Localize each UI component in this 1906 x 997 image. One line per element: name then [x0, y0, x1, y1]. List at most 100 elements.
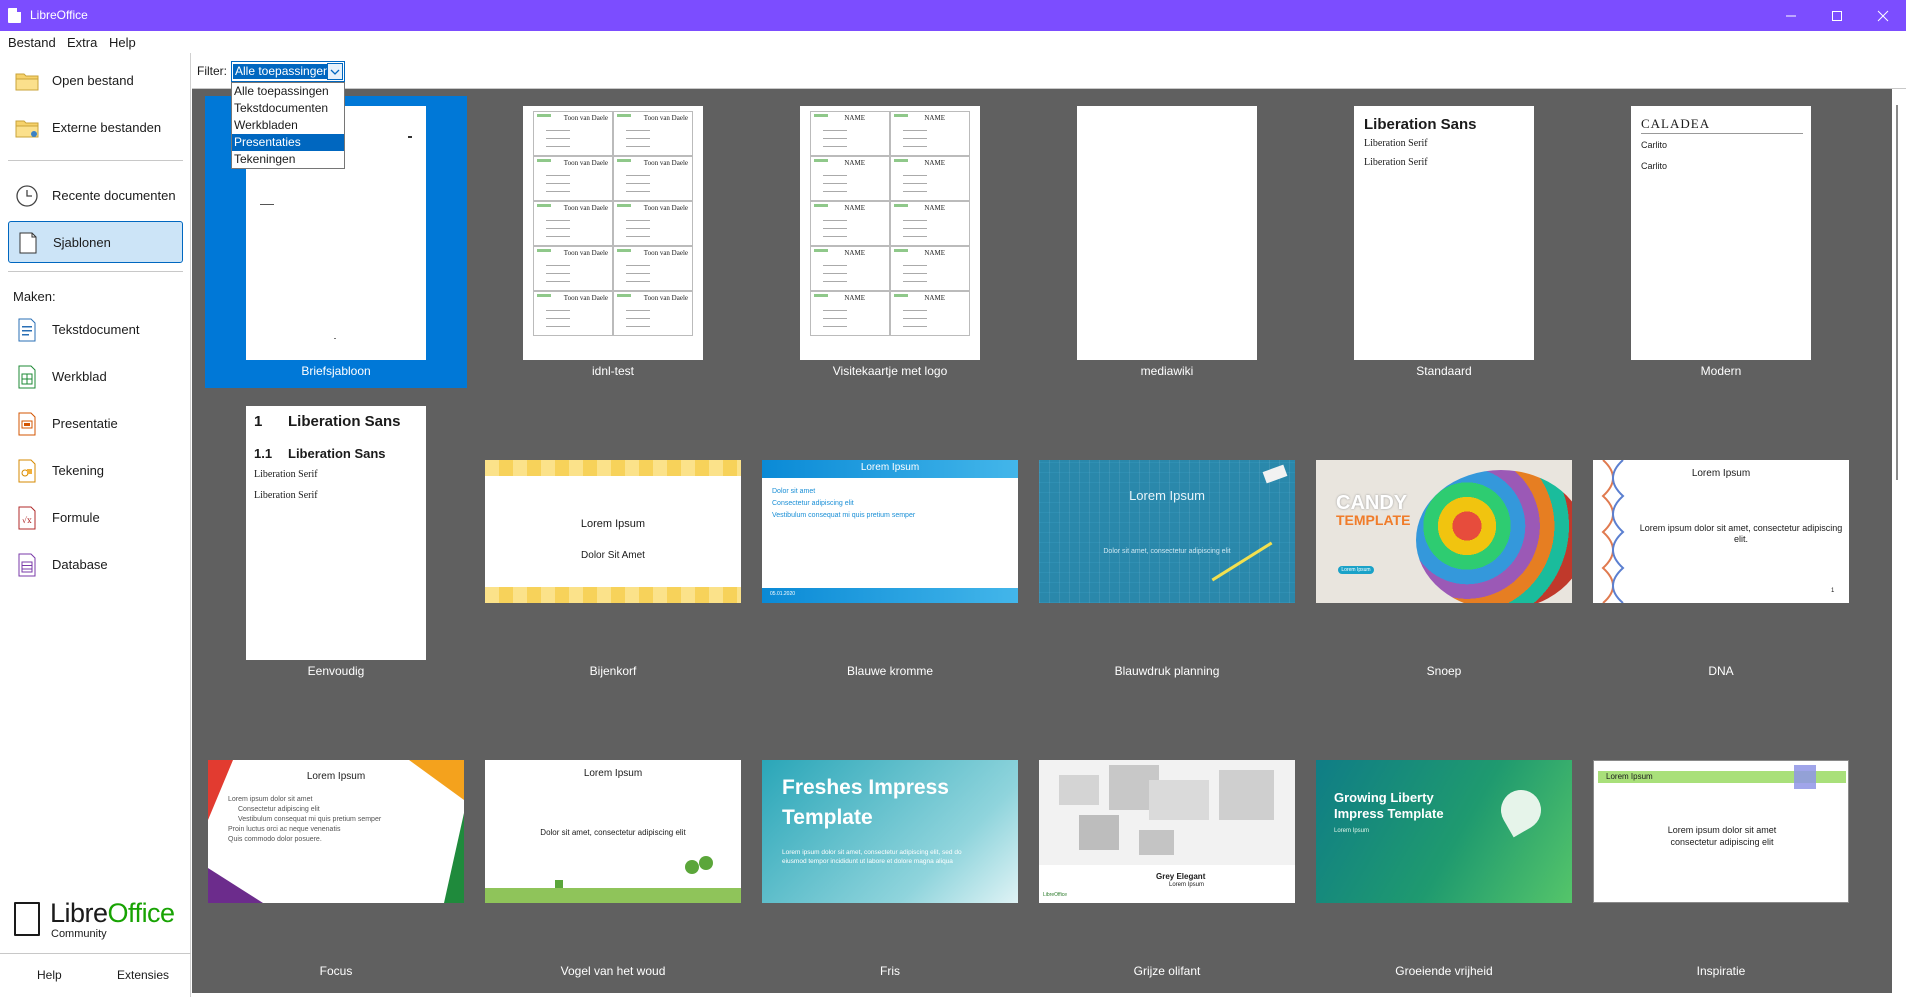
chevron-down-icon[interactable] [327, 63, 343, 80]
template-thumbnail: NAME NAME NAME NAME NAME NAME NAME NAME … [800, 106, 980, 360]
template-name: Blauwdruk planning [1114, 664, 1220, 678]
template-grid: Briefsjabloon Toon van Daele Toon van Da… [192, 89, 1892, 993]
template-name: Groeiende vrijheid [1395, 964, 1493, 978]
template-name: Standaard [1416, 364, 1472, 378]
template-tile[interactable]: Lorem Ipsum Dolor Sit Amet Bijenkorf [482, 396, 744, 688]
draw-icon [18, 459, 36, 483]
template-name: Vogel van het woud [560, 964, 666, 978]
filter-option[interactable]: Tekeningen [232, 151, 344, 168]
template-name: Visitekaartje met logo [832, 364, 948, 378]
template-tile[interactable]: Lorem Ipsum Lorem ipsum dolor sit amet c… [1590, 696, 1852, 988]
template-thumbnail: Lorem Ipsum Lorem ipsum dolor sit amet, … [1593, 460, 1849, 603]
remote-folder-icon [15, 120, 39, 138]
filter-option[interactable]: Alle toepassingen [232, 83, 344, 100]
folder-icon [15, 73, 39, 91]
template-name: Grijze olifant [1133, 964, 1201, 978]
maximize-icon [1832, 11, 1842, 21]
template-tile[interactable]: NAME NAME NAME NAME NAME NAME NAME NAME … [759, 96, 1021, 388]
template-thumbnail: Lorem Ipsum Dolor sit amet, consectetur … [485, 760, 741, 903]
template-tile[interactable]: Lorem Ipsum Dolor sit amet, consectetur … [1036, 396, 1298, 688]
filter-option-highlighted[interactable]: Presentaties [232, 134, 344, 151]
template-icon [19, 232, 37, 254]
template-tile[interactable]: Lorem Ipsum Dolor sit amet, consectetur … [482, 696, 744, 988]
close-button[interactable] [1860, 0, 1906, 31]
filter-option[interactable]: Tekstdocumenten [232, 100, 344, 117]
create-heading: Maken: [13, 289, 56, 304]
template-name: Fris [880, 964, 900, 978]
libreoffice-app-icon [8, 8, 21, 23]
template-name: Focus [319, 964, 353, 978]
menu-bar: Bestand Extra Help [0, 31, 1906, 53]
template-tile[interactable]: Lorem Ipsum Dolor sit amet Consectetur a… [759, 396, 1021, 688]
vertical-scrollbar[interactable] [1892, 89, 1906, 993]
menu-help[interactable]: Help [109, 35, 136, 50]
minimize-icon [1786, 15, 1796, 17]
create-draw-button[interactable]: Tekening [8, 450, 183, 492]
scrollbar-thumb[interactable] [1896, 105, 1898, 480]
filter-dropdown[interactable]: Alle toepassingen [231, 61, 345, 82]
maximize-button[interactable] [1814, 0, 1860, 31]
template-thumbnail: Freshes Impress Template Lorem ipsum dol… [762, 760, 1018, 903]
create-math-button[interactable]: √x Formule [8, 497, 183, 539]
template-thumbnail: Lorem Ipsum Dolor sit amet Consectetur a… [762, 460, 1018, 603]
svg-text:√x: √x [22, 516, 32, 525]
sidebar-separator [8, 160, 183, 161]
impress-icon [18, 412, 36, 436]
template-thumbnail: 1 Liberation Sans 1.1 Liberation Sans Li… [246, 406, 426, 660]
template-name: Snoep [1426, 664, 1462, 678]
writer-icon [18, 318, 36, 342]
extensions-button[interactable]: Extensies [117, 968, 169, 982]
clock-icon [16, 185, 38, 207]
template-tile[interactable]: CALADEA Carlito Carlito Modern [1590, 96, 1852, 388]
template-thumbnail: Lorem Ipsum Lorem ipsum dolor sit amet C… [208, 760, 464, 903]
template-tile[interactable]: Toon van Daele Toon van Daele Toon van D… [482, 96, 744, 388]
template-name: idnl-test [591, 364, 635, 378]
libreoffice-logo: LibreOffice Community [12, 898, 187, 940]
template-tile[interactable]: Lorem Ipsum Lorem ipsum dolor sit amet, … [1590, 396, 1852, 688]
recent-documents-button[interactable]: Recente documenten [8, 175, 183, 217]
template-thumbnail: Grey Elegant Lorem Ipsum LibreOffice [1039, 760, 1295, 903]
filter-option[interactable]: Werkbladen [232, 117, 344, 134]
template-name: Eenvoudig [307, 664, 365, 678]
create-base-button[interactable]: Database [8, 544, 183, 586]
template-thumbnail: Growing Liberty Impress Template Lorem I… [1316, 760, 1572, 903]
template-tile[interactable]: Lorem Ipsum Lorem ipsum dolor sit amet C… [205, 696, 467, 988]
template-thumbnail: Toon van Daele Toon van Daele Toon van D… [523, 106, 703, 360]
template-name: Briefsjabloon [301, 364, 371, 378]
template-thumbnail: Lorem Ipsum Dolor Sit Amet [485, 460, 741, 603]
template-thumbnail: CALADEA Carlito Carlito [1631, 106, 1811, 360]
menu-bestand[interactable]: Bestand [8, 35, 56, 50]
title-bar: LibreOffice [0, 0, 1906, 31]
template-tile[interactable]: 1 Liberation Sans 1.1 Liberation Sans Li… [205, 396, 467, 688]
create-impress-button[interactable]: Presentatie [8, 403, 183, 445]
template-name: Bijenkorf [589, 664, 637, 678]
template-name: mediawiki [1140, 364, 1194, 378]
template-tile[interactable]: CANDY TEMPLATE Lorem Ipsum Snoep [1313, 396, 1575, 688]
help-button[interactable]: Help [37, 968, 62, 982]
open-file-button[interactable]: Open bestand [8, 60, 183, 102]
filter-options-list: Alle toepassingen Tekstdocumenten Werkbl… [231, 82, 345, 169]
create-writer-button[interactable]: Tekstdocument [8, 309, 183, 351]
template-tile[interactable]: mediawiki [1036, 96, 1298, 388]
close-icon [1877, 10, 1889, 22]
template-tile[interactable]: Grey Elegant Lorem Ipsum LibreOffice Gri… [1036, 696, 1298, 988]
menu-extra[interactable]: Extra [67, 35, 97, 50]
template-name: Inspiratie [1696, 964, 1746, 978]
filter-selected-value: Alle toepassingen [233, 64, 332, 79]
template-name: Modern [1700, 364, 1742, 378]
filter-label: Filter: [197, 64, 227, 78]
template-thumbnail [1077, 106, 1257, 360]
template-thumbnail: Lorem Ipsum Lorem ipsum dolor sit amet c… [1593, 760, 1849, 903]
template-tile[interactable]: Freshes Impress Template Lorem ipsum dol… [759, 696, 1021, 988]
template-tile[interactable]: Liberation Sans Liberation Serif Liberat… [1313, 96, 1575, 388]
template-tile[interactable]: Growing Liberty Impress Template Lorem I… [1313, 696, 1575, 988]
sidebar-separator [8, 271, 183, 272]
create-calc-button[interactable]: Werkblad [8, 356, 183, 398]
remote-files-button[interactable]: Externe bestanden [8, 107, 183, 149]
templates-button[interactable]: Sjablonen [8, 221, 183, 263]
minimize-button[interactable] [1768, 0, 1814, 31]
start-center-sidebar: Open bestand Externe bestanden Recente d… [0, 53, 191, 997]
template-thumbnail: CANDY TEMPLATE Lorem Ipsum [1316, 460, 1572, 603]
template-name: DNA [1708, 664, 1734, 678]
template-thumbnail: Lorem Ipsum Dolor sit amet, consectetur … [1039, 460, 1295, 603]
